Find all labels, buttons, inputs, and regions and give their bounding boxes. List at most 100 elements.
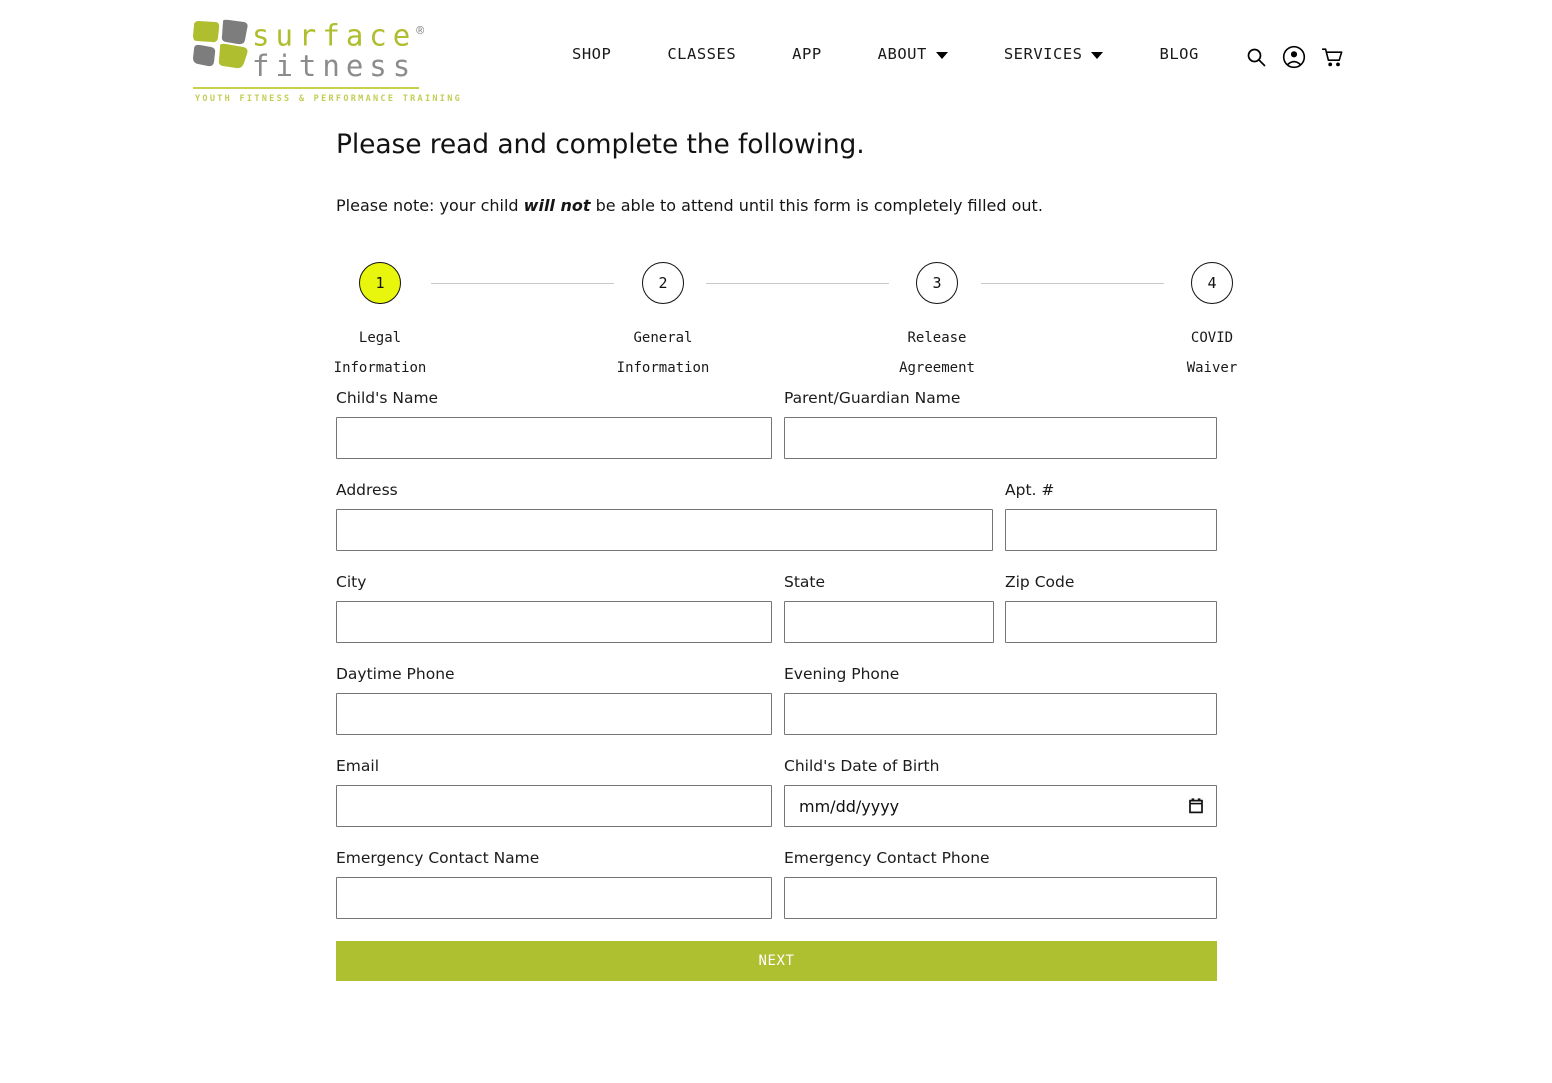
form-row-address: Address Apt. # bbox=[336, 480, 1217, 551]
nav-item-blog[interactable]: BLOG bbox=[1131, 45, 1226, 63]
nav-label-blog: BLOG bbox=[1159, 45, 1199, 63]
step-2-bubble[interactable]: 2 bbox=[642, 262, 684, 304]
step-3-bubble[interactable]: 3 bbox=[916, 262, 958, 304]
city-input[interactable] bbox=[336, 601, 772, 643]
form-row-phones: Daytime Phone Evening Phone bbox=[336, 664, 1217, 735]
child-name-input[interactable] bbox=[336, 417, 772, 459]
form-row-email-dob: Email Child's Date of Birth mm/dd/yyyy bbox=[336, 756, 1217, 827]
field-group-email: Email bbox=[336, 756, 772, 827]
date-of-birth-input[interactable]: mm/dd/yyyy bbox=[784, 785, 1217, 827]
address-input[interactable] bbox=[336, 509, 993, 551]
surface-fitness-logo-mark bbox=[192, 19, 250, 71]
field-group-child-name: Child's Name bbox=[336, 388, 772, 459]
field-group-date-of-birth: Child's Date of Birth mm/dd/yyyy bbox=[784, 756, 1217, 827]
stepper-step-1[interactable]: 1 Legal Information bbox=[300, 262, 460, 383]
label-apt: Apt. # bbox=[1005, 481, 1055, 499]
calendar-icon[interactable] bbox=[1189, 798, 1203, 814]
step-3-label: Release Agreement bbox=[899, 330, 975, 376]
page-title: Please read and complete the following. bbox=[336, 129, 865, 160]
label-child-name: Child's Name bbox=[336, 389, 439, 407]
step-4-bubble[interactable]: 4 bbox=[1191, 262, 1233, 304]
account-icon[interactable] bbox=[1282, 45, 1306, 69]
page-note-before: Please note: your child bbox=[336, 196, 524, 215]
nav-item-shop[interactable]: SHOP bbox=[572, 45, 639, 63]
page-note: Please note: your child will not be able… bbox=[336, 162, 1217, 217]
step-1-label: Legal Information bbox=[333, 330, 427, 376]
chevron-down-icon bbox=[935, 51, 948, 59]
label-daytime-phone: Daytime Phone bbox=[336, 665, 455, 683]
parent-guardian-name-input[interactable] bbox=[784, 417, 1217, 459]
label-zip-code: Zip Code bbox=[1005, 573, 1075, 591]
nav-item-about[interactable]: ABOUT bbox=[850, 45, 976, 63]
nav-label-services: SERVICES bbox=[1003, 45, 1083, 63]
label-city: City bbox=[336, 573, 367, 591]
field-group-apt: Apt. # bbox=[1005, 480, 1217, 551]
label-address: Address bbox=[336, 481, 398, 499]
progress-stepper: 1 Legal Information 2 General Informatio… bbox=[334, 262, 1237, 383]
email-input[interactable] bbox=[336, 785, 772, 827]
field-group-state: State bbox=[784, 572, 994, 643]
emergency-contact-name-input[interactable] bbox=[336, 877, 772, 919]
nav-label-shop: SHOP bbox=[572, 45, 612, 63]
form-row-emergency: Emergency Contact Name Emergency Contact… bbox=[336, 848, 1217, 919]
nav-label-classes: CLASSES bbox=[667, 45, 737, 63]
apt-number-input[interactable] bbox=[1005, 509, 1217, 551]
site-header: surface® fitness YOUTH FITNESS & PERFORM… bbox=[0, 0, 1552, 114]
registered-mark: ® bbox=[416, 24, 425, 39]
logo-divider-rule bbox=[193, 87, 419, 89]
cart-icon[interactable] bbox=[1321, 47, 1344, 68]
field-group-emergency-phone: Emergency Contact Phone bbox=[784, 848, 1217, 919]
logo-tagline: YOUTH FITNESS & PERFORMANCE TRAINING bbox=[195, 94, 463, 104]
form-row-names: Child's Name Parent/Guardian Name bbox=[336, 388, 1217, 459]
stepper-step-4[interactable]: 4 COVID Waiver bbox=[1132, 262, 1292, 383]
next-button-label: NEXT bbox=[758, 953, 795, 969]
label-emergency-contact-phone: Emergency Contact Phone bbox=[784, 849, 990, 867]
label-emergency-contact-name: Emergency Contact Name bbox=[336, 849, 540, 867]
nav-item-app[interactable]: APP bbox=[764, 45, 850, 63]
nav-item-classes[interactable]: CLASSES bbox=[639, 45, 764, 63]
label-date-of-birth: Child's Date of Birth bbox=[784, 757, 940, 775]
field-group-emergency-name: Emergency Contact Name bbox=[336, 848, 772, 919]
zip-code-input[interactable] bbox=[1005, 601, 1217, 643]
label-email: Email bbox=[336, 757, 380, 775]
nav-item-services[interactable]: SERVICES bbox=[976, 45, 1132, 63]
date-placeholder-text: mm/dd/yyyy bbox=[799, 796, 900, 816]
emergency-contact-phone-input[interactable] bbox=[784, 877, 1217, 919]
field-group-evening-phone: Evening Phone bbox=[784, 664, 1217, 735]
field-group-address: Address bbox=[336, 480, 993, 551]
step-4-label: COVID Waiver bbox=[1186, 330, 1238, 376]
chevron-down-icon bbox=[1091, 51, 1104, 59]
label-parent-name: Parent/Guardian Name bbox=[784, 389, 961, 407]
daytime-phone-input[interactable] bbox=[336, 693, 772, 735]
field-group-zip: Zip Code bbox=[1005, 572, 1217, 643]
nav-label-about: ABOUT bbox=[877, 45, 927, 63]
main-navigation: SHOP CLASSES APP ABOUT SERVICES BLOG bbox=[572, 45, 1227, 63]
logo-top-row: surface® fitness bbox=[192, 17, 432, 81]
field-group-daytime-phone: Daytime Phone bbox=[336, 664, 772, 735]
legal-information-form: Child's Name Parent/Guardian Name Addres… bbox=[336, 388, 1217, 981]
search-icon[interactable] bbox=[1246, 47, 1266, 67]
evening-phone-input[interactable] bbox=[784, 693, 1217, 735]
state-input[interactable] bbox=[784, 601, 994, 643]
stepper-step-2[interactable]: 2 General Information bbox=[583, 262, 743, 383]
header-icon-group bbox=[1246, 45, 1344, 69]
field-group-parent-name: Parent/Guardian Name bbox=[784, 388, 1217, 459]
logo-word-surface: surface® bbox=[252, 18, 425, 53]
stepper-step-3[interactable]: 3 Release Agreement bbox=[857, 262, 1017, 383]
form-content-column: Please read and complete the following. … bbox=[334, 128, 1237, 981]
step-2-label: General Information bbox=[616, 330, 710, 376]
next-button[interactable]: NEXT bbox=[336, 941, 1217, 981]
logo-wordmark: surface® fitness bbox=[252, 17, 432, 81]
field-group-city: City bbox=[336, 572, 772, 643]
nav-label-app: APP bbox=[792, 45, 822, 63]
step-1-bubble[interactable]: 1 bbox=[359, 262, 401, 304]
site-logo[interactable]: surface® fitness YOUTH FITNESS & PERFORM… bbox=[192, 17, 460, 104]
label-state: State bbox=[784, 573, 826, 591]
